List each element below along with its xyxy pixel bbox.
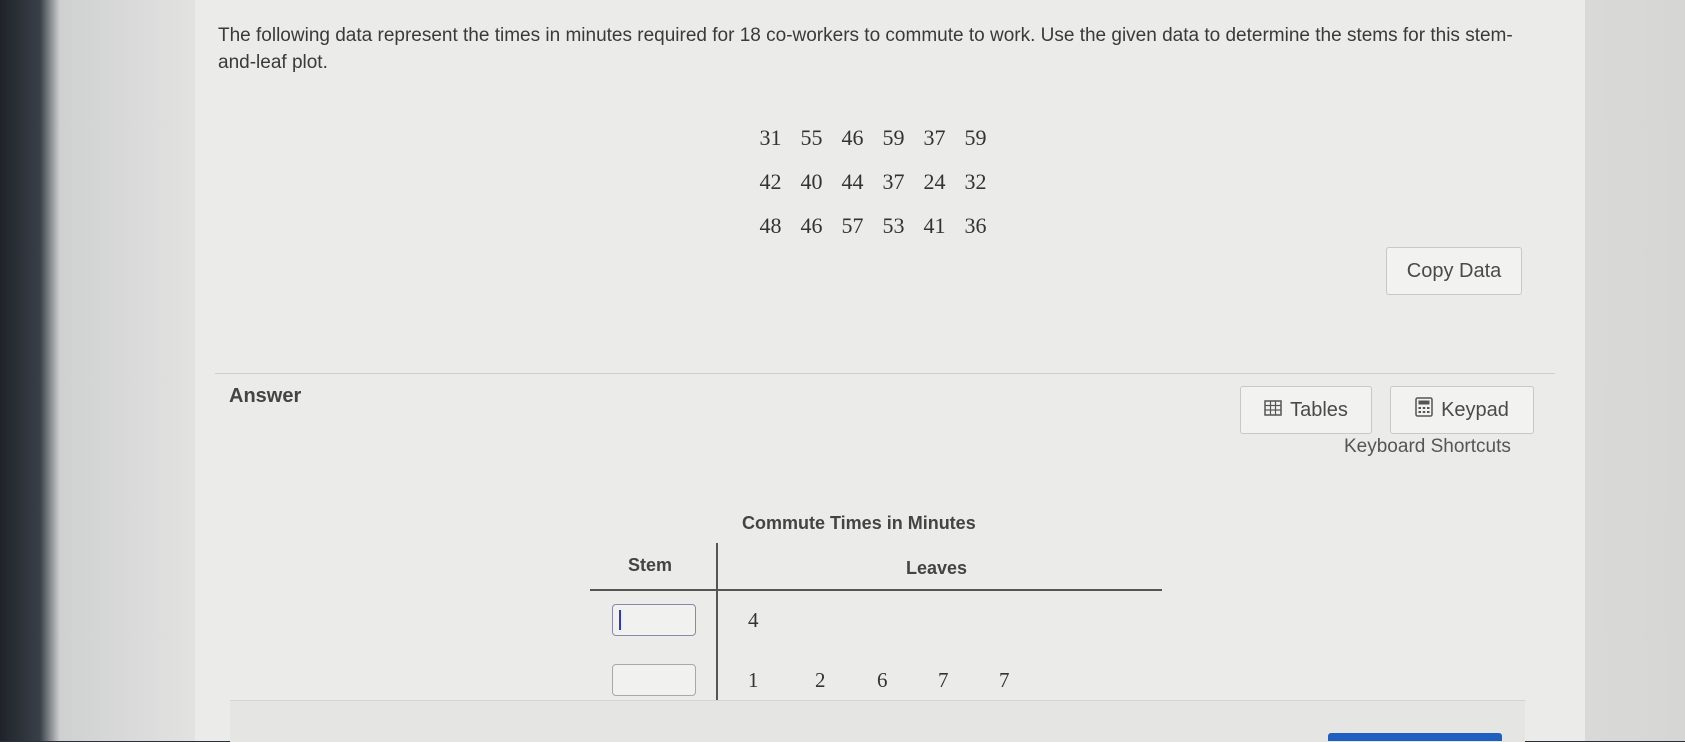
data-value: 44 — [841, 169, 864, 194]
stem-header: Stem — [628, 555, 673, 575]
leaves-header: Leaves — [906, 558, 968, 578]
calculator-icon — [1415, 397, 1433, 423]
data-row: 31 55 46 59 37 59 — [750, 116, 996, 160]
keypad-button[interactable]: Keypad — [1390, 386, 1534, 434]
data-row: 42 40 44 37 24 32 — [750, 160, 996, 204]
data-value: 57 — [841, 213, 864, 238]
keyboard-shortcuts-link[interactable]: Keyboard Shortcuts — [1344, 436, 1511, 458]
stem-leaf-title: Commute Times in Minutes — [742, 513, 976, 533]
question-panel — [195, 0, 1585, 741]
data-value: 59 — [964, 125, 987, 150]
keypad-label: Keypad — [1441, 398, 1509, 421]
header-rule — [590, 589, 1162, 591]
data-value: 48 — [759, 213, 782, 238]
leaf-value: 7 — [938, 668, 949, 692]
leaf-value: 4 — [748, 608, 759, 632]
data-value: 37 — [882, 169, 905, 194]
text-caret — [619, 610, 621, 630]
copy-data-button[interactable]: Copy Data — [1386, 247, 1522, 295]
data-grid: 31 55 46 59 37 59 42 40 44 37 24 32 48 4… — [750, 116, 996, 248]
stem-input-row-1[interactable] — [612, 604, 696, 636]
data-value: 53 — [882, 213, 905, 238]
table-grid-icon — [1264, 399, 1282, 422]
data-value: 31 — [759, 125, 782, 150]
data-value: 42 — [759, 169, 782, 194]
stem-leaf-divider — [716, 543, 718, 706]
submit-button[interactable] — [1328, 733, 1502, 741]
data-value: 24 — [923, 169, 946, 194]
question-text: The following data represent the times i… — [218, 25, 1513, 73]
leaf-value: 1 — [748, 668, 759, 692]
screen-background: The following data represent the times i… — [0, 0, 1685, 742]
data-row: 48 46 57 53 41 36 — [750, 204, 996, 248]
data-value: 41 — [923, 213, 946, 238]
tables-label: Tables — [1290, 398, 1348, 421]
data-value: 46 — [800, 213, 823, 238]
leaf-value: 7 — [999, 668, 1010, 692]
leaf-value: 6 — [877, 668, 888, 692]
answer-label: Answer — [229, 385, 302, 407]
data-value: 40 — [800, 169, 823, 194]
data-value: 36 — [964, 213, 987, 238]
tables-button[interactable]: Tables — [1240, 386, 1372, 434]
data-value: 37 — [923, 125, 946, 150]
data-value: 46 — [841, 125, 864, 150]
section-divider — [215, 373, 1555, 374]
leaf-value: 2 — [815, 668, 826, 692]
data-value: 59 — [882, 125, 905, 150]
data-value: 32 — [964, 169, 987, 194]
stem-input-row-2[interactable] — [612, 664, 696, 696]
data-value: 55 — [800, 125, 823, 150]
